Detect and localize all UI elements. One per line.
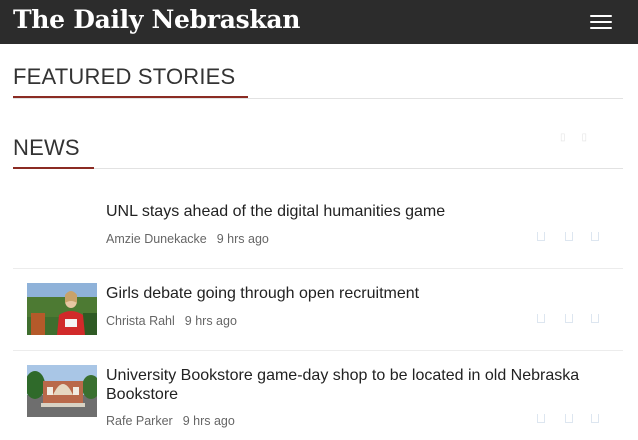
- story-headline[interactable]: UNL stays ahead of the digital humanitie…: [106, 202, 616, 221]
- carousel-pager: ▯▯: [560, 132, 604, 143]
- story-author[interactable]: Rafe Parker: [106, 414, 173, 428]
- story-headline[interactable]: University Bookstore game-day shop to be…: [106, 366, 616, 404]
- share-icon[interactable]: [565, 232, 573, 241]
- share-buttons: [537, 414, 617, 426]
- share-icon[interactable]: [537, 414, 545, 423]
- story-thumbnail[interactable]: [27, 365, 97, 417]
- story-author[interactable]: Amzie Dunekacke: [106, 232, 207, 246]
- menu-bar: [590, 15, 612, 17]
- section-accent-underline: [13, 167, 94, 169]
- story-meta: Amzie Dunekacke 9 hrs ago: [106, 232, 269, 246]
- story-divider: [13, 268, 623, 269]
- bookstore-photo: [27, 365, 97, 417]
- story-meta: Rafe Parker 9 hrs ago: [106, 414, 235, 428]
- student-photo: [27, 283, 97, 335]
- menu-bar: [590, 21, 612, 23]
- hamburger-menu-icon[interactable]: [590, 13, 614, 31]
- share-icon[interactable]: [537, 314, 545, 323]
- site-logo[interactable]: The Daily Nebraskan: [13, 5, 300, 35]
- menu-bar: [590, 27, 612, 29]
- story-meta: Christa Rahl 9 hrs ago: [106, 314, 237, 328]
- news-title: NEWS: [13, 135, 80, 160]
- story-headline[interactable]: Girls debate going through open recruitm…: [106, 284, 616, 303]
- share-icon[interactable]: [565, 414, 573, 423]
- share-icon[interactable]: [591, 314, 599, 323]
- featured-stories-title: FEATURED STORIES: [13, 64, 236, 89]
- story-author[interactable]: Christa Rahl: [106, 314, 175, 328]
- share-buttons: [537, 314, 617, 326]
- story-time: 9 hrs ago: [216, 232, 269, 246]
- share-icon[interactable]: [537, 232, 545, 241]
- story-time: 9 hrs ago: [182, 414, 235, 428]
- section-divider: [13, 98, 623, 99]
- story-time: 9 hrs ago: [184, 314, 237, 328]
- site-header: The Daily Nebraskan: [0, 0, 638, 44]
- story-thumbnail[interactable]: [27, 283, 97, 335]
- story-divider: [13, 350, 623, 351]
- section-accent-underline: [13, 96, 248, 98]
- section-divider: [13, 168, 623, 169]
- share-buttons: [537, 232, 617, 244]
- share-icon[interactable]: [591, 414, 599, 423]
- share-icon[interactable]: [565, 314, 573, 323]
- share-icon[interactable]: [591, 232, 599, 241]
